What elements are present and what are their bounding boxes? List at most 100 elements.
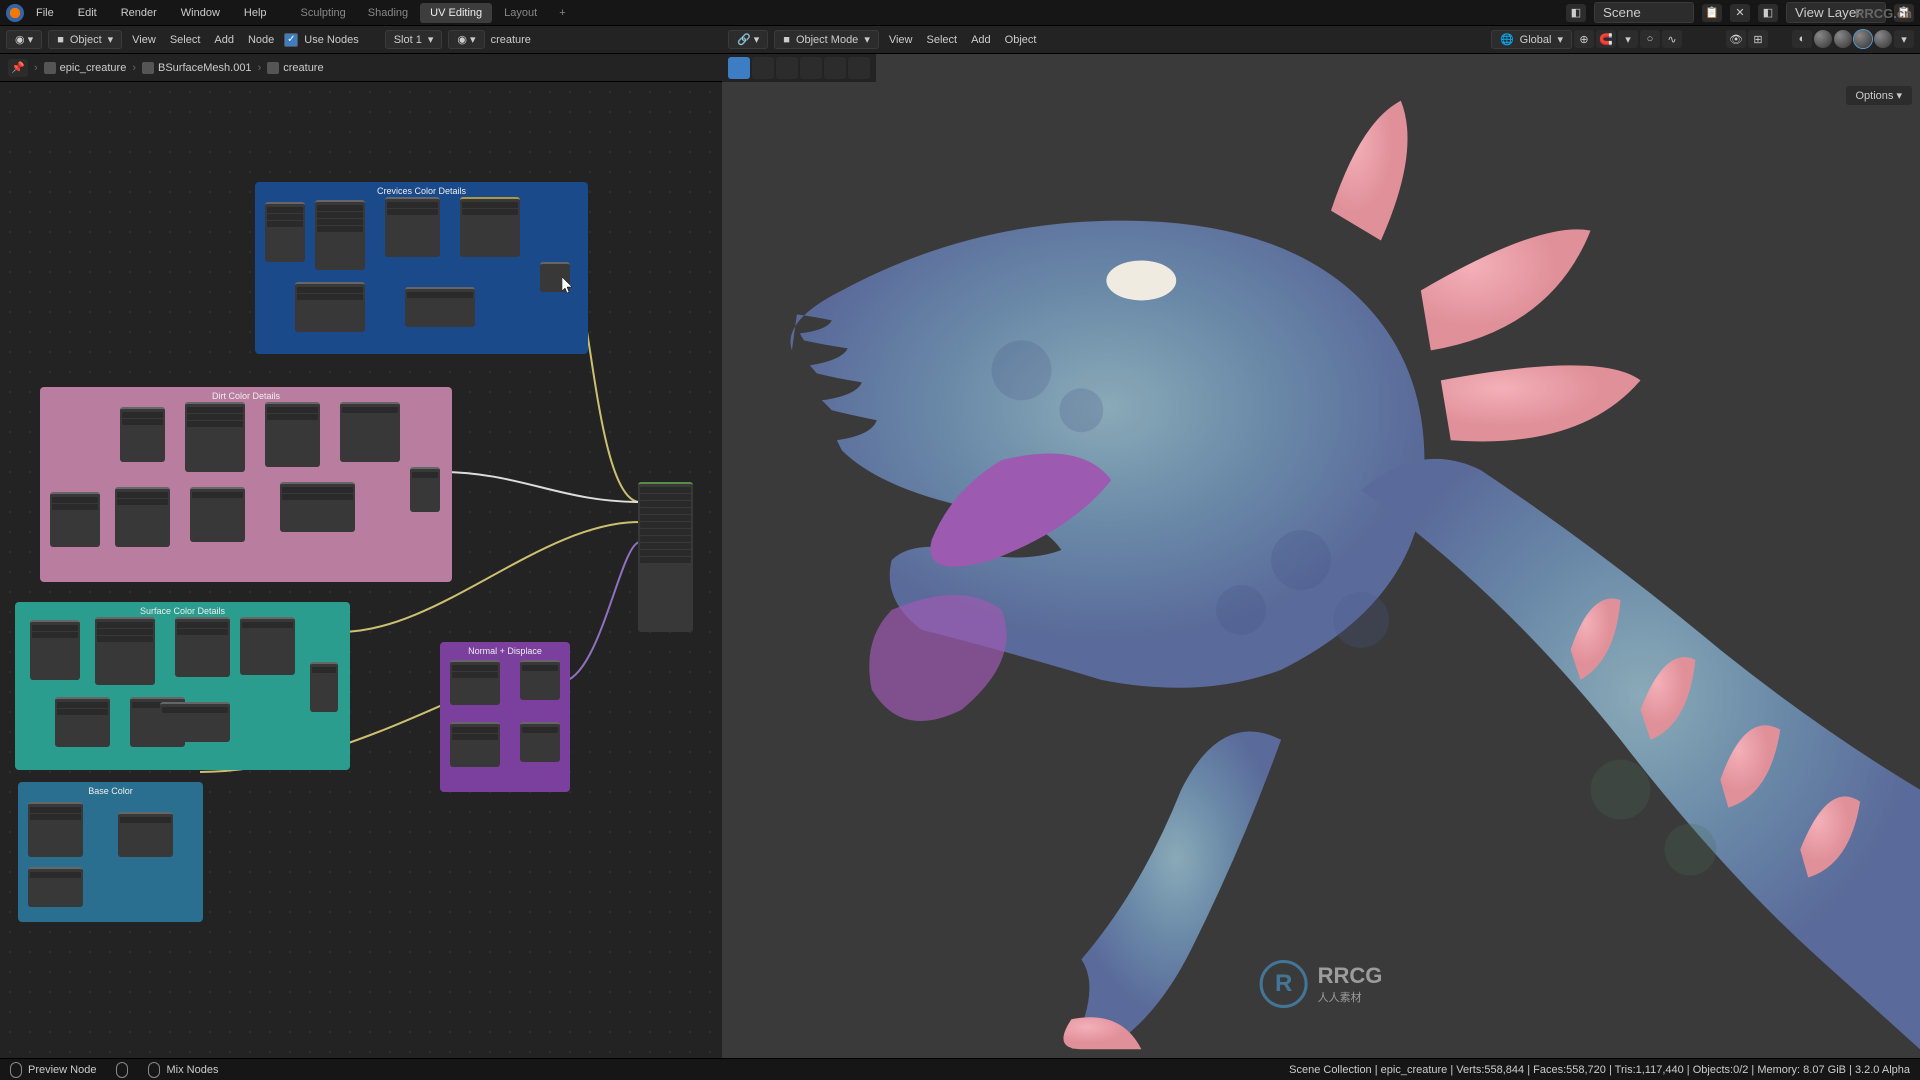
shader-node[interactable] — [185, 402, 245, 472]
node-menu-node[interactable]: Node — [244, 32, 278, 48]
mesh-icon — [142, 62, 154, 74]
gizmo-icon[interactable]: 👁 — [1726, 30, 1746, 48]
menu-render[interactable]: Render — [117, 5, 161, 21]
mode-dropdown[interactable]: ■ Object Mode ▾ — [774, 30, 879, 49]
frame-base-color[interactable]: Base Color — [18, 782, 203, 922]
shader-node[interactable] — [160, 702, 230, 742]
editor-type-dropdown[interactable]: ◉ ▾ — [6, 30, 42, 49]
pin-icon[interactable]: 📌 — [8, 59, 28, 77]
tab-shading[interactable]: Shading — [358, 3, 418, 23]
viewlayer-browse-icon[interactable]: ◧ — [1758, 4, 1778, 22]
shader-node[interactable] — [450, 722, 500, 767]
menu-window[interactable]: Window — [177, 5, 224, 21]
scene-new-icon[interactable]: 📋 — [1702, 4, 1722, 22]
tab-layout[interactable]: Layout — [494, 3, 547, 23]
shader-node[interactable] — [340, 402, 400, 462]
shader-node[interactable] — [310, 662, 338, 712]
use-nodes-checkbox[interactable] — [284, 33, 298, 47]
file-icon — [44, 62, 56, 74]
viewport-editor-type[interactable]: 🔗 ▾ — [728, 30, 768, 49]
shader-node[interactable] — [265, 202, 305, 262]
shader-node[interactable] — [280, 482, 355, 532]
shader-node[interactable] — [265, 402, 320, 467]
vp-menu-add[interactable]: Add — [967, 32, 995, 48]
shading-solid-icon[interactable] — [1834, 30, 1852, 48]
shader-node[interactable] — [410, 467, 440, 512]
menu-help[interactable]: Help — [240, 5, 271, 21]
tab-sculpting[interactable]: Sculpting — [291, 3, 356, 23]
shader-node[interactable] — [118, 812, 173, 857]
shading-wireframe-icon[interactable] — [1814, 30, 1832, 48]
shader-node[interactable] — [95, 617, 155, 685]
watermark-logo-icon: R — [1260, 960, 1308, 1008]
vp-menu-select[interactable]: Select — [923, 32, 962, 48]
scene-name-input[interactable] — [1594, 2, 1694, 23]
menu-file[interactable]: File — [32, 5, 58, 21]
proportional-dropdown-icon[interactable]: ∿ — [1662, 30, 1682, 48]
overlays-icon[interactable]: ⊞ — [1748, 30, 1768, 48]
tab-uv-editing[interactable]: UV Editing — [420, 3, 492, 23]
principled-bsdf-node[interactable] — [638, 482, 693, 632]
frame-normal[interactable]: Normal + Displace — [440, 642, 570, 792]
breadcrumb-material[interactable]: creature — [283, 62, 323, 74]
shader-node[interactable] — [28, 802, 83, 857]
shader-node[interactable] — [405, 287, 475, 327]
frame-normal-label: Normal + Displace — [444, 646, 566, 656]
shading-material-icon[interactable] — [1854, 30, 1872, 48]
node-menu-add[interactable]: Add — [210, 32, 238, 48]
shader-node[interactable] — [520, 660, 560, 700]
node-editor-canvas[interactable]: Crevices Color Details Dirt Color Detail… — [0, 82, 722, 1058]
material-browse[interactable]: ◉ ▾ — [448, 30, 484, 49]
proportional-icon[interactable]: ○ — [1640, 30, 1660, 48]
status-preview: Preview Node — [28, 1064, 96, 1076]
shader-node[interactable] — [315, 200, 365, 270]
xray-icon[interactable]: ◐ — [1792, 30, 1812, 48]
shader-node[interactable] — [450, 660, 500, 705]
select-tool-2[interactable] — [752, 57, 774, 79]
shader-node[interactable] — [175, 617, 230, 677]
mouse-icon — [116, 1062, 128, 1078]
snap-icon[interactable]: 🧲 — [1596, 30, 1616, 48]
select-box-tool[interactable] — [728, 57, 750, 79]
shader-node[interactable] — [520, 722, 560, 762]
vp-menu-view[interactable]: View — [885, 32, 917, 48]
frame-crevices[interactable]: Crevices Color Details — [255, 182, 588, 354]
material-name[interactable]: creature — [491, 34, 531, 46]
select-tool-3[interactable] — [776, 57, 798, 79]
snap-dropdown-icon[interactable]: ▾ — [1618, 30, 1638, 48]
shader-node[interactable] — [50, 492, 100, 547]
select-tool-6[interactable] — [848, 57, 870, 79]
shader-node[interactable] — [190, 487, 245, 542]
shader-node[interactable] — [385, 197, 440, 257]
scene-browse-icon[interactable]: ◧ — [1566, 4, 1586, 22]
pivot-icon[interactable]: ⊕ — [1574, 30, 1594, 48]
shader-node[interactable] — [115, 487, 170, 547]
shading-rendered-icon[interactable] — [1874, 30, 1892, 48]
shader-node[interactable] — [28, 867, 83, 907]
select-tool-4[interactable] — [800, 57, 822, 79]
node-menu-view[interactable]: View — [128, 32, 160, 48]
orientation-dropdown[interactable]: 🌐 Global ▾ — [1491, 30, 1572, 49]
breadcrumb-file[interactable]: epic_creature — [60, 62, 127, 74]
scene-delete-icon[interactable]: ✕ — [1730, 4, 1750, 22]
frame-dirt[interactable]: Dirt Color Details — [40, 387, 452, 582]
shader-node[interactable] — [30, 620, 80, 680]
status-stats: Scene Collection | epic_creature | Verts… — [1289, 1064, 1910, 1076]
tab-add-workspace[interactable]: + — [549, 3, 575, 23]
vp-menu-object[interactable]: Object — [1001, 32, 1041, 48]
breadcrumb-object[interactable]: BSurfaceMesh.001 — [158, 62, 252, 74]
shader-node[interactable] — [295, 282, 365, 332]
shading-dropdown-icon[interactable]: ▾ — [1894, 30, 1914, 48]
frame-surface[interactable]: Surface Color Details — [15, 602, 350, 770]
options-button[interactable]: Options ▾ — [1846, 86, 1913, 105]
node-menu-select[interactable]: Select — [166, 32, 205, 48]
menu-edit[interactable]: Edit — [74, 5, 101, 21]
select-tool-5[interactable] — [824, 57, 846, 79]
shader-node[interactable] — [240, 617, 295, 675]
slot-dropdown[interactable]: Slot 1 ▾ — [385, 30, 443, 49]
object-dropdown[interactable]: ■ Object ▾ — [48, 30, 122, 49]
shader-node[interactable] — [120, 407, 165, 462]
shader-node[interactable] — [460, 197, 520, 257]
shader-node[interactable] — [55, 697, 110, 747]
viewport-3d[interactable]: R RRCG 人人素材 — [722, 82, 1920, 1058]
